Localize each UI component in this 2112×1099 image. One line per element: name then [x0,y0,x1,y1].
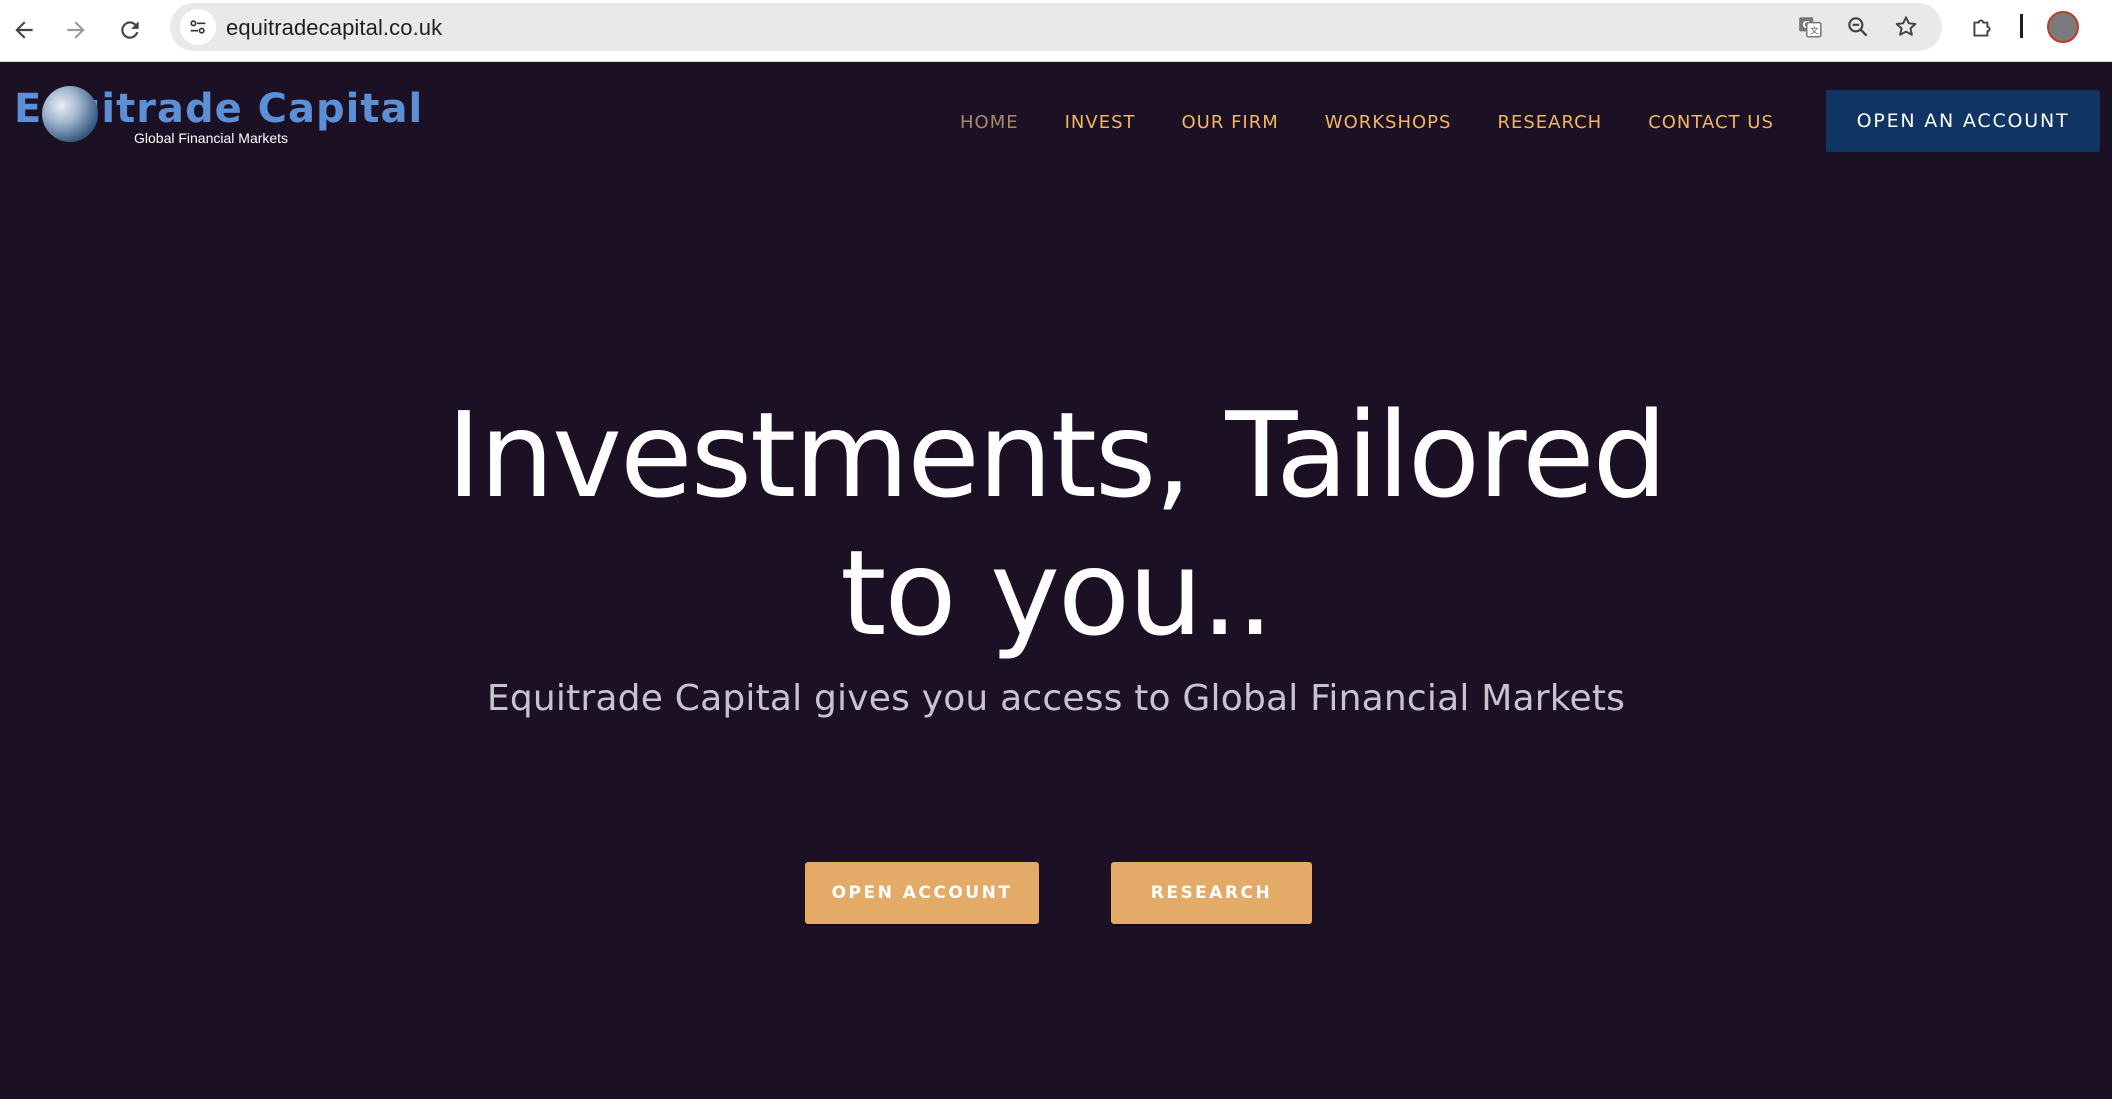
zoom-out-icon [1848,17,1868,37]
bookmark-button[interactable] [1890,11,1922,43]
url-text[interactable]: equitradecapital.co.uk [226,15,442,41]
main-navigation: HOME INVEST OUR FIRM WORKSHOPS RESEARCH … [960,102,1820,142]
hero-title: Investments, Tailored to you.. [0,386,2112,662]
svg-text:文: 文 [1810,25,1819,37]
translate-button[interactable]: G 文 [1794,11,1826,43]
hero-section: Investments, Tailored to you.. Equitrade… [0,178,2112,1099]
arrow-left-icon [15,21,33,39]
address-bar[interactable]: equitradecapital.co.uk G 文 [170,3,1942,51]
reload-button[interactable] [110,10,150,50]
logo-tagline: Global Financial Markets [134,130,289,146]
site-logo[interactable]: Equitrade Capital Global Financial Marke… [14,86,422,146]
nav-our-firm[interactable]: OUR FIRM [1182,112,1279,133]
puzzle-icon [1973,19,1991,37]
toolbar-divider [2020,14,2023,38]
nav-workshops[interactable]: WORKSHOPS [1325,112,1452,133]
translate-icon: G 文 [1799,17,1822,38]
site-info-button[interactable] [180,9,216,45]
nav-invest[interactable]: INVEST [1065,112,1136,133]
zoom-button[interactable] [1842,11,1874,43]
open-an-account-button[interactable]: OPEN AN ACCOUNT [1826,90,2100,152]
extensions-button[interactable] [1962,8,2002,48]
hero-title-line-2: to you.. [840,524,1274,662]
nav-home[interactable]: HOME [960,112,1019,133]
hero-buttons: OPEN ACCOUNT RESEARCH [0,862,2112,924]
reload-icon [121,21,139,39]
open-account-button[interactable]: OPEN ACCOUNT [805,862,1039,924]
research-button[interactable]: RESEARCH [1111,862,1312,924]
browser-toolbar: equitradecapital.co.uk G 文 [0,0,2112,62]
star-icon [1895,16,1917,36]
hero-subtitle: Equitrade Capital gives you access to Gl… [486,678,1626,719]
hero-title-line-1: Investments, Tailored [446,386,1668,524]
avatar[interactable] [2047,11,2079,43]
back-button[interactable] [4,10,44,50]
forward-button[interactable] [56,10,96,50]
nav-research[interactable]: RESEARCH [1497,112,1602,133]
tune-icon [190,20,206,34]
arrow-right-icon [67,21,85,39]
site-header: Equitrade Capital Global Financial Marke… [0,62,2112,178]
globe-icon [42,86,98,142]
nav-contact-us[interactable]: CONTACT US [1648,112,1774,133]
